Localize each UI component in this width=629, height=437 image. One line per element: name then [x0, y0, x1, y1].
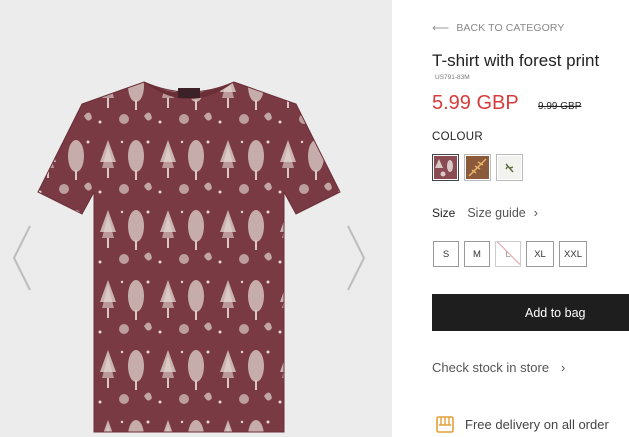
check-stock-link[interactable]: Check stock in store › — [432, 360, 565, 375]
size-option-l-unavailable[interactable]: L — [495, 241, 521, 267]
delivery-label: Free delivery on all order — [465, 416, 609, 432]
colour-label: COLOUR — [432, 131, 484, 143]
size-option-m[interactable]: M — [464, 241, 490, 267]
arrow-left-icon: ⟵ — [432, 21, 450, 35]
size-options: S M L XL XXL — [433, 241, 587, 267]
product-gallery — [0, 0, 392, 437]
swatch-burgundy-forest[interactable] — [432, 154, 459, 181]
swatch-burgundy-image — [434, 156, 457, 179]
chevron-right-icon: › — [561, 360, 566, 375]
swatch-white-sprig[interactable] — [496, 154, 523, 181]
swatch-brown-leaf[interactable] — [464, 154, 491, 181]
free-delivery-info: Free delivery on all order — [435, 414, 609, 434]
size-option-xl[interactable]: XL — [526, 241, 554, 267]
size-option-s[interactable]: S — [433, 241, 459, 267]
product-sku: US791-83M — [435, 74, 470, 81]
size-guide-label: Size guide — [467, 206, 526, 220]
delivery-box-icon — [436, 416, 454, 433]
product-image — [37, 81, 341, 433]
current-price: 5.99 GBP — [432, 92, 519, 114]
back-to-category-link[interactable]: ⟵ BACK TO CATEGORY — [432, 21, 565, 35]
add-to-bag-button[interactable]: Add to bag — [432, 294, 629, 331]
product-title: T-shirt with forest print — [432, 51, 600, 70]
size-label: Size — [432, 206, 456, 220]
old-price: 9.99 GBP — [538, 101, 582, 112]
size-row: Size Size guide › — [432, 206, 538, 220]
chevron-right-icon[interactable] — [344, 222, 368, 294]
colour-swatches — [432, 154, 523, 181]
size-option-xxl[interactable]: XXL — [559, 241, 587, 267]
size-guide-link[interactable]: Size guide › — [467, 206, 538, 220]
chevron-left-icon[interactable] — [10, 222, 34, 294]
swatch-white-image — [498, 156, 521, 179]
back-label: BACK TO CATEGORY — [456, 22, 565, 34]
chevron-right-icon: › — [533, 206, 538, 220]
product-info-panel: ⟵ BACK TO CATEGORY T-shirt with forest p… — [392, 0, 629, 437]
check-stock-label: Check stock in store — [432, 360, 550, 375]
swatch-brown-image — [466, 156, 489, 179]
